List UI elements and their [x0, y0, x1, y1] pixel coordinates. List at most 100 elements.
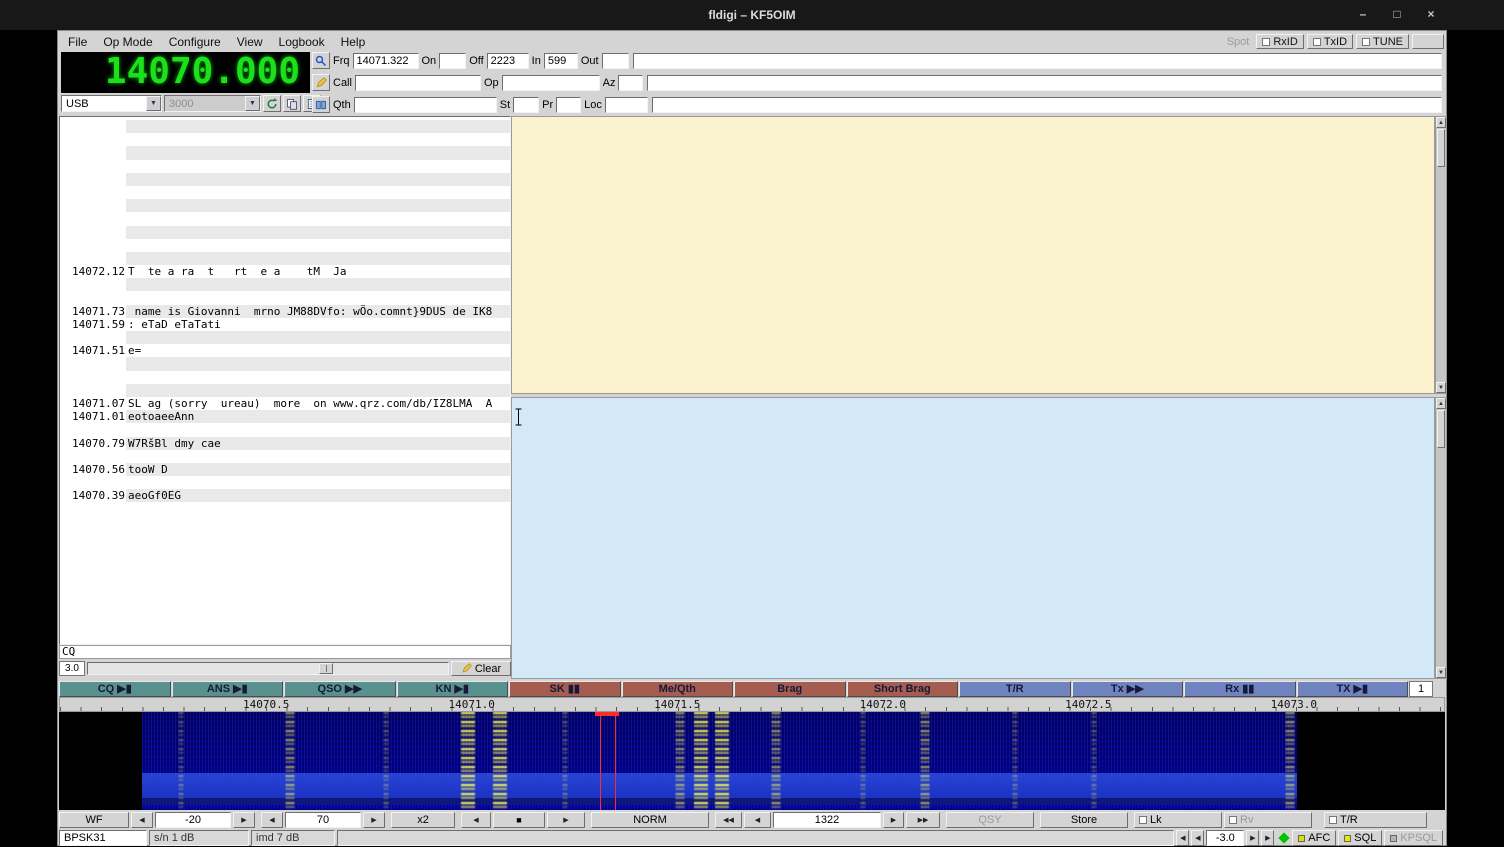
- macro-set-number[interactable]: 1: [1409, 681, 1433, 697]
- shift-left-button[interactable]: ◀: [461, 812, 491, 828]
- macro-button-1[interactable]: CQ ▶▮: [59, 681, 171, 697]
- macro-button-5[interactable]: SK ▮▮: [509, 681, 621, 697]
- macro-button-4[interactable]: KN ▶▮: [397, 681, 509, 697]
- stop-button[interactable]: ■: [493, 812, 545, 828]
- slider-thumb[interactable]: [319, 663, 333, 674]
- seek-left-button[interactable]: ◀: [744, 812, 771, 828]
- macro-button-8[interactable]: Short Brag: [847, 681, 959, 697]
- macro-button-10[interactable]: Tx ▶▶: [1072, 681, 1184, 697]
- browser-row[interactable]: 14070.79W7RšBl dmy cae: [60, 437, 510, 450]
- notes-input-1[interactable]: [633, 53, 1442, 69]
- frq-input[interactable]: 14071.322: [353, 53, 419, 69]
- browser-row[interactable]: [60, 212, 510, 225]
- tx-scrollbar-thumb[interactable]: [1437, 410, 1445, 448]
- pr-input[interactable]: [556, 97, 581, 113]
- qsy-button[interactable]: QSY: [946, 812, 1034, 828]
- st-input[interactable]: [513, 97, 539, 113]
- browser-squelch-slider[interactable]: [87, 662, 449, 675]
- browser-row[interactable]: [60, 252, 510, 265]
- range-value[interactable]: 70: [285, 812, 361, 828]
- mode-status[interactable]: BPSK31: [59, 830, 147, 846]
- browser-row[interactable]: [60, 357, 510, 370]
- browser-row[interactable]: [60, 278, 510, 291]
- rx-scrollbar[interactable]: ▲ ▼: [1435, 116, 1447, 394]
- squelch-increase-button[interactable]: ▶: [1246, 830, 1259, 846]
- scroll-down-icon[interactable]: ▼: [1436, 667, 1446, 678]
- tx-scrollbar[interactable]: ▲ ▼: [1435, 397, 1447, 679]
- az-input[interactable]: [618, 75, 643, 91]
- clear-log-button[interactable]: [312, 74, 330, 91]
- browser-row[interactable]: [60, 423, 510, 436]
- range-decrease-button[interactable]: ◀: [261, 812, 283, 828]
- seek-right-button[interactable]: ▶: [883, 812, 904, 828]
- browser-search-field[interactable]: CQ: [59, 645, 511, 659]
- macro-button-6[interactable]: Me/Qth: [622, 681, 734, 697]
- macro-button-7[interactable]: Brag: [734, 681, 846, 697]
- tx-scrollbar-track[interactable]: [1436, 449, 1446, 667]
- squelch-first-button[interactable]: ◀: [1176, 830, 1189, 846]
- close-icon[interactable]: ×: [1420, 5, 1442, 23]
- browser-row[interactable]: 14071.01eotoaeeAnn: [60, 410, 510, 423]
- browser-row[interactable]: [60, 226, 510, 239]
- lock-checkbox[interactable]: Lk: [1134, 812, 1222, 828]
- menu-item-configure[interactable]: Configure: [161, 33, 229, 50]
- browser-row[interactable]: 14071.51e=: [60, 344, 510, 357]
- spot-button[interactable]: Spot: [1227, 36, 1250, 48]
- browser-row[interactable]: [60, 331, 510, 344]
- browser-row[interactable]: [60, 120, 510, 133]
- menu-item-file[interactable]: File: [60, 33, 95, 50]
- macro-button-9[interactable]: T/R: [959, 681, 1071, 697]
- txid-button[interactable]: TxID: [1307, 34, 1353, 49]
- browser-row[interactable]: 14071.73 name is Giovanni mrno JM88DVfo:…: [60, 305, 510, 318]
- browser-row[interactable]: [60, 186, 510, 199]
- sideband-select[interactable]: USB ▼: [61, 95, 162, 112]
- time-on-input[interactable]: [439, 53, 466, 69]
- loc-input[interactable]: [605, 97, 648, 113]
- range-increase-button[interactable]: ▶: [363, 812, 385, 828]
- copy-button[interactable]: [283, 95, 301, 112]
- scroll-up-icon[interactable]: ▲: [1436, 398, 1446, 409]
- rx-scrollbar-track[interactable]: [1436, 168, 1446, 382]
- rxid-button[interactable]: RxID: [1256, 34, 1303, 49]
- reverse-checkbox[interactable]: Rv: [1224, 812, 1312, 828]
- scroll-up-icon[interactable]: ▲: [1436, 117, 1446, 128]
- browser-row[interactable]: [60, 146, 510, 159]
- macro-button-3[interactable]: QSO ▶▶: [284, 681, 396, 697]
- zoom-button[interactable]: x2: [391, 812, 455, 828]
- reload-button[interactable]: [263, 95, 281, 112]
- browser-row[interactable]: 14071.07SL ag (sorry ureau) more on www.…: [60, 397, 510, 410]
- menu-item-logbook[interactable]: Logbook: [271, 33, 333, 50]
- seek-fast-right-button[interactable]: ▶▶: [906, 812, 940, 828]
- browser-row[interactable]: [60, 239, 510, 252]
- book-button[interactable]: [312, 96, 330, 113]
- browser-row[interactable]: 14072.12T te a ra t rt e a tM Ja: [60, 265, 510, 278]
- maximize-icon[interactable]: □: [1386, 5, 1408, 23]
- browser-row[interactable]: 14070.39aeoGf0EG: [60, 489, 510, 502]
- rst-out-input[interactable]: [602, 53, 629, 69]
- frequency-display[interactable]: 14070.000: [61, 52, 310, 93]
- rst-in-input[interactable]: 599: [544, 53, 578, 69]
- squelch-decrease-button[interactable]: ◀: [1191, 830, 1204, 846]
- call-input[interactable]: [355, 75, 481, 91]
- speed-button[interactable]: NORM: [591, 812, 709, 828]
- qrz-lookup-button[interactable]: [312, 52, 330, 69]
- browser-row[interactable]: [60, 160, 510, 173]
- browser-row[interactable]: [60, 450, 510, 463]
- waterfall-cursor[interactable]: [595, 712, 619, 716]
- wf-mode-button[interactable]: WF: [59, 812, 129, 828]
- browser-row[interactable]: [60, 384, 510, 397]
- waterfall-display[interactable]: [59, 712, 1445, 810]
- kpsql-button[interactable]: KPSQL: [1384, 830, 1443, 846]
- dropdown-icon[interactable]: ▼: [245, 96, 260, 111]
- browser-row[interactable]: [60, 133, 510, 146]
- op-input[interactable]: [502, 75, 600, 91]
- rx-text-area[interactable]: [511, 116, 1435, 394]
- afc-button[interactable]: AFC: [1292, 830, 1336, 846]
- center-frequency-value[interactable]: 1322: [773, 812, 881, 828]
- notes-input-2[interactable]: [647, 75, 1442, 91]
- tx-text-area[interactable]: [511, 397, 1435, 679]
- macro-button-11[interactable]: Rx ▮▮: [1184, 681, 1296, 697]
- rx-scrollbar-thumb[interactable]: [1437, 129, 1445, 167]
- macro-button-12[interactable]: TX ▶▮: [1297, 681, 1409, 697]
- browser-row[interactable]: [60, 199, 510, 212]
